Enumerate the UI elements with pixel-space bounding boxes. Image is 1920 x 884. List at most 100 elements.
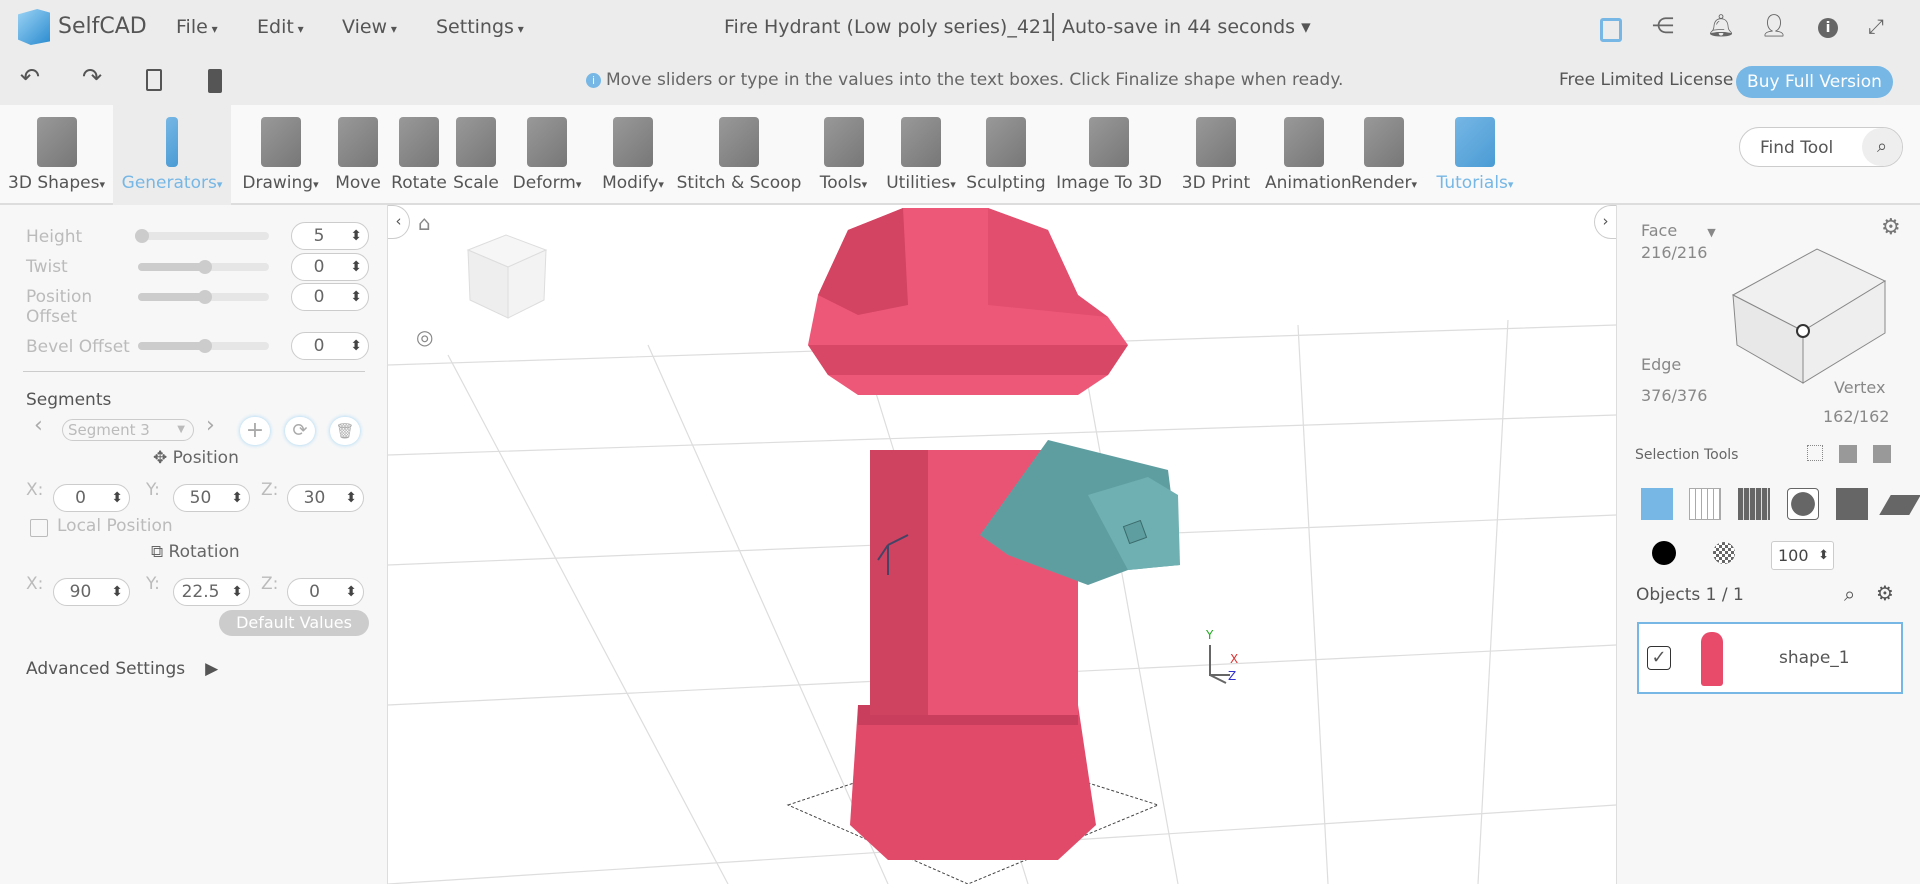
local-position-checkbox[interactable] (30, 519, 48, 537)
tool-scale[interactable]: Scale (450, 105, 502, 205)
select-icon-2[interactable] (1839, 445, 1857, 463)
reset-segment-button[interactable]: ⟳ (285, 417, 315, 445)
save-icon[interactable] (1600, 18, 1622, 42)
search-icon[interactable]: ⌕ (1862, 128, 1902, 166)
pos-z-input[interactable]: 30 (287, 484, 364, 512)
3d-viewport[interactable]: Y X Z ‹ › ⌂ ◎ (388, 205, 1616, 884)
rot-x-label: X: (26, 574, 44, 594)
plane-mode-icon[interactable] (1879, 495, 1920, 515)
object-list-item[interactable]: ✓ shape_1 (1637, 622, 1903, 694)
face-selector[interactable]: Face ▼ (1641, 221, 1716, 240)
delete-segment-button[interactable]: 🗑︎ (330, 417, 360, 445)
bevel-offset-input[interactable]: 0 (291, 332, 369, 360)
advanced-settings-toggle[interactable]: Advanced Settings ▶ (26, 659, 218, 679)
hint-text: Move sliders or type in the values into … (606, 70, 1344, 90)
opacity-input[interactable]: 100 ⬍ (1771, 541, 1834, 570)
menu-edit[interactable]: Edit (257, 16, 304, 38)
tool-move[interactable]: Move (328, 105, 388, 205)
selfcad-logo[interactable] (18, 9, 50, 45)
stitch-scoop-icon (719, 117, 759, 167)
view-cube[interactable] (466, 234, 548, 319)
tool-tools[interactable]: Tools (805, 105, 882, 205)
tool-label: Tutorials (1437, 173, 1514, 193)
tool-generators[interactable]: Generators (113, 105, 231, 205)
buy-full-version-button[interactable]: Buy Full Version (1736, 66, 1893, 98)
action-bar: ↶ ↷ i Move sliders or type in the values… (0, 55, 1920, 105)
add-segment-button[interactable]: + (240, 417, 270, 445)
position-offset-label: Position Offset (26, 287, 93, 327)
objects-search-icon[interactable]: ⌕ (1844, 582, 1855, 606)
find-tool-search[interactable]: Find Tool ⌕ (1739, 127, 1903, 167)
tool-rotate[interactable]: Rotate (389, 105, 449, 205)
next-segment-button[interactable]: › (206, 413, 215, 438)
fullscreen-icon[interactable]: ⤢ (1868, 14, 1884, 38)
share-icon[interactable]: ⋲ (1652, 14, 1674, 39)
tool-image-to-3d[interactable]: Image To 3D (1053, 105, 1165, 205)
divider (23, 371, 365, 372)
prev-segment-button[interactable]: ‹ (34, 413, 43, 438)
polygon-mode-icon[interactable] (1738, 488, 1770, 520)
edge-mode-icon[interactable] (1836, 488, 1868, 520)
info-icon[interactable]: i (1818, 18, 1838, 38)
tool-stitch-scoop[interactable]: Stitch & Scoop (675, 105, 803, 205)
generators-icon (166, 117, 178, 167)
document-title[interactable]: Fire Hydrant (Low poly series)_421 (724, 16, 1053, 38)
pos-x-input[interactable]: 0 (53, 484, 130, 512)
twist-slider[interactable] (138, 260, 269, 274)
delete-icon[interactable] (208, 69, 222, 93)
tool-animation[interactable]: Animation (1265, 105, 1352, 205)
tool-utilities[interactable]: Utilities (883, 105, 959, 205)
rot-y-label: Y: (146, 574, 160, 594)
opacity-value: 100 (1778, 546, 1809, 565)
move-icon: ✥ (153, 448, 173, 468)
menu-settings[interactable]: Settings (436, 16, 524, 38)
position-offset-input[interactable]: 0 (291, 283, 369, 311)
color-swatch[interactable] (1652, 541, 1676, 565)
object-mode-icon[interactable] (1641, 488, 1673, 520)
rot-x-input[interactable]: 90 (53, 578, 130, 606)
tool-3d-print[interactable]: 3D Print (1168, 105, 1264, 205)
tool-3d-shapes[interactable]: 3D Shapes (0, 105, 113, 205)
selection-mode-cube-illustration (1731, 248, 1887, 384)
position-offset-slider[interactable] (138, 290, 269, 304)
select-icon-3[interactable] (1873, 445, 1891, 463)
tool-label: Image To 3D (1056, 173, 1162, 193)
face-count: 216/216 (1641, 243, 1708, 262)
autosave-dropdown[interactable]: Auto-save in 44 seconds ▾ (1062, 16, 1311, 38)
tool-deform[interactable]: Deform (503, 105, 591, 205)
default-values-button[interactable]: Default Values (219, 610, 369, 636)
tool-sculpting[interactable]: Sculpting (960, 105, 1052, 205)
notification-bell-icon[interactable]: 🔔︎ (1707, 14, 1735, 39)
axis-gizmo: Y X Z (1205, 628, 1238, 684)
position-heading: ✥ Position (153, 448, 239, 468)
orbit-icon[interactable]: ◎ (416, 325, 433, 349)
segment-select[interactable]: Segment 3 ▼ (62, 419, 194, 441)
menu-view[interactable]: View (342, 16, 397, 38)
user-icon[interactable]: 👤︎ (1760, 14, 1788, 39)
bevel-offset-slider[interactable] (138, 339, 269, 353)
rot-z-input[interactable]: 0 (287, 578, 364, 606)
home-view-icon[interactable]: ⌂ (418, 211, 431, 235)
height-input[interactable]: 5 (291, 222, 369, 250)
texture-icon[interactable] (1713, 542, 1735, 564)
menu-file[interactable]: File (176, 16, 218, 38)
vertex-mode-icon[interactable] (1787, 488, 1819, 520)
box-select-icon[interactable] (1807, 445, 1823, 461)
copy-icon[interactable] (146, 69, 162, 91)
tool-modify[interactable]: Modify (592, 105, 674, 205)
face-mode-icon[interactable] (1689, 488, 1721, 520)
vertex-count: 162/162 (1823, 407, 1890, 426)
height-slider[interactable] (135, 229, 269, 243)
twist-input[interactable]: 0 (291, 253, 369, 281)
tool-render[interactable]: Render (1344, 105, 1424, 205)
object-visible-checkbox[interactable]: ✓ (1647, 646, 1671, 670)
tool-label: Rotate (391, 173, 447, 193)
tool-label: 3D Shapes (8, 173, 105, 193)
tool-drawing[interactable]: Drawing (233, 105, 328, 205)
objects-settings-icon[interactable]: ⚙ (1876, 581, 1894, 605)
rot-y-input[interactable]: 22.5 (173, 578, 250, 606)
undo-icon[interactable]: ↶ (20, 63, 40, 91)
tool-tutorials[interactable]: Tutorials (1425, 105, 1525, 205)
pos-y-input[interactable]: 50 (173, 484, 250, 512)
redo-icon[interactable]: ↷ (82, 63, 102, 91)
